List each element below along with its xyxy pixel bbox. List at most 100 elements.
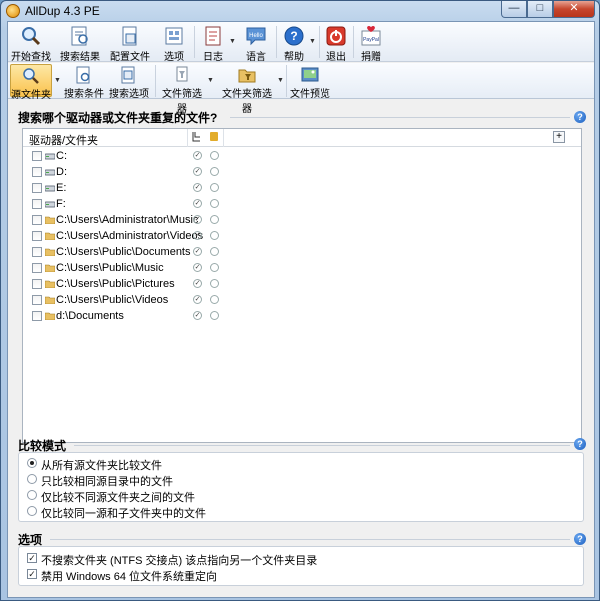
start-search-button[interactable]: 开始查找	[10, 23, 52, 63]
folder-path: E:	[56, 182, 67, 194]
lock-folder-radio[interactable]	[210, 183, 219, 192]
options-button[interactable]: 选项	[158, 23, 190, 63]
include-subfolders-icon[interactable]: ✓	[193, 215, 202, 224]
tab-folder-filter[interactable]: 文件夹筛选器	[218, 64, 276, 115]
lock-folder-radio[interactable]	[210, 231, 219, 240]
folder-list-item[interactable]: C:\Users\Administrator\Music ✓	[23, 212, 223, 228]
folder-path: C:\Users\Public\Videos	[56, 294, 169, 306]
folder-list-item[interactable]: C:\Users\Public\Videos ✓	[23, 292, 223, 308]
folder-include-checkbox[interactable]	[32, 279, 42, 289]
folder-include-checkbox[interactable]	[32, 215, 42, 225]
compare-option-radio[interactable]	[27, 458, 37, 468]
lock-folder-radio[interactable]	[210, 279, 219, 288]
filter-icon	[176, 66, 188, 82]
folder-include-checkbox[interactable]	[32, 247, 42, 257]
compare-option-radio[interactable]	[27, 506, 37, 516]
search-results-button[interactable]: 搜索结果	[58, 23, 102, 63]
folder-icon	[45, 248, 55, 256]
language-icon: Hello	[246, 27, 266, 46]
help-button[interactable]: ? 帮助	[280, 23, 308, 63]
exit-button[interactable]: 退出	[322, 23, 350, 63]
close-button[interactable]: ✕	[553, 1, 595, 18]
include-subfolders-icon[interactable]: ✓	[193, 247, 202, 256]
lock-folder-radio[interactable]	[210, 295, 219, 304]
include-subfolders-icon[interactable]: ✓	[193, 295, 202, 304]
option-checkbox[interactable]: ✓	[27, 569, 37, 579]
option-checkbox[interactable]: ✓	[27, 553, 37, 563]
folder-include-checkbox[interactable]	[32, 199, 42, 209]
folders-help-icon[interactable]: ?	[574, 111, 586, 123]
tab-file-preview[interactable]: 文件预览	[290, 64, 330, 100]
add-folder-button[interactable]: +	[553, 131, 565, 143]
subfolders-column-icon[interactable]	[192, 131, 202, 143]
title-bar[interactable]: AllDup 4.3 PE — □ ✕	[1, 1, 599, 21]
folder-icon	[45, 312, 55, 320]
magnifier-icon	[22, 27, 41, 46]
donate-button[interactable]: PayPal 捐赠	[357, 23, 385, 63]
lock-folder-radio[interactable]	[210, 199, 219, 208]
language-button[interactable]: Hello 语言	[240, 23, 272, 63]
folder-filter-icon	[238, 69, 256, 83]
folder-list-item[interactable]: C:\Users\Public\Pictures ✓	[23, 276, 223, 292]
folder-include-checkbox[interactable]	[32, 263, 42, 273]
lock-column-icon[interactable]	[210, 132, 218, 141]
lock-folder-radio[interactable]	[210, 151, 219, 160]
preview-icon	[301, 67, 319, 82]
toolbar-separator	[194, 26, 195, 58]
options-help-icon[interactable]: ?	[574, 533, 586, 545]
include-subfolders-icon[interactable]: ✓	[193, 183, 202, 192]
tab-search-options[interactable]: 搜索选项	[108, 64, 150, 100]
compare-option-radio[interactable]	[27, 474, 37, 484]
source-folder-list[interactable]: 驱动器/文件夹 + C: ✓ D: ✓ E: ✓ F: ✓ C:\Users\Administr…	[22, 128, 582, 443]
lock-folder-radio[interactable]	[210, 247, 219, 256]
folder-include-checkbox[interactable]	[32, 295, 42, 305]
folder-path: C:\Users\Administrator\Videos	[56, 230, 204, 242]
folder-list-item[interactable]: C:\Users\Public\Documents ✓	[23, 244, 223, 260]
folder-filter-dropdown-arrow-icon[interactable]: ▼	[277, 77, 284, 84]
profiles-button[interactable]: 配置文件	[108, 23, 152, 63]
folder-path: D:	[56, 166, 67, 178]
folder-include-checkbox[interactable]	[32, 311, 42, 321]
lock-folder-radio[interactable]	[210, 167, 219, 176]
compare-help-icon[interactable]: ?	[574, 438, 586, 450]
log-button[interactable]: 日志	[198, 23, 228, 63]
folder-include-checkbox[interactable]	[32, 183, 42, 193]
folder-list-item[interactable]: d:\Documents ✓	[23, 308, 223, 324]
column-header-drive-folder[interactable]: 驱动器/文件夹	[29, 132, 98, 148]
section-tabs: 源文件夹 ▼ 搜索条件 搜索选项 文件筛选器 ▼ 文件夹筛选器 ▼ 文件预览	[8, 63, 594, 115]
lock-folder-radio[interactable]	[210, 311, 219, 320]
folders-section-title: 搜索哪个驱动器或文件夹重复的文件?	[18, 111, 218, 125]
folder-include-checkbox[interactable]	[32, 231, 42, 241]
include-subfolders-icon[interactable]: ✓	[193, 199, 202, 208]
folder-list-item[interactable]: C:\Users\Administrator\Videos ✓	[23, 228, 223, 244]
lock-folder-radio[interactable]	[210, 263, 219, 272]
include-subfolders-icon[interactable]: ✓	[193, 151, 202, 160]
maximize-button[interactable]: □	[527, 1, 553, 18]
folder-list-item[interactable]: F: ✓	[23, 196, 223, 212]
folder-list-item[interactable]: D: ✓	[23, 164, 223, 180]
lock-folder-radio[interactable]	[210, 215, 219, 224]
tab-file-filter[interactable]: 文件筛选器	[158, 64, 206, 115]
include-subfolders-icon[interactable]: ✓	[193, 311, 202, 320]
include-subfolders-icon[interactable]: ✓	[193, 279, 202, 288]
log-dropdown-arrow-icon[interactable]: ▼	[229, 38, 236, 45]
folder-include-checkbox[interactable]	[32, 167, 42, 177]
folder-list-item[interactable]: E: ✓	[23, 180, 223, 196]
include-subfolders-icon[interactable]: ✓	[193, 167, 202, 176]
folder-include-checkbox[interactable]	[32, 151, 42, 161]
folder-icon	[45, 232, 55, 240]
tab-source-folders[interactable]: 源文件夹	[10, 64, 52, 101]
donate-icon: PayPal	[361, 25, 381, 46]
svg-text:PayPal: PayPal	[363, 37, 379, 43]
include-subfolders-icon[interactable]: ✓	[193, 263, 202, 272]
folder-list-item[interactable]: C: ✓	[23, 148, 223, 164]
file-filter-dropdown-arrow-icon[interactable]: ▼	[207, 77, 214, 84]
compare-option-radio[interactable]	[27, 490, 37, 500]
include-subfolders-icon[interactable]: ✓	[193, 231, 202, 240]
folder-list-item[interactable]: C:\Users\Public\Music ✓	[23, 260, 223, 276]
help-dropdown-arrow-icon[interactable]: ▼	[309, 38, 316, 45]
tab-search-criteria[interactable]: 搜索条件	[64, 64, 104, 100]
source-folders-dropdown-arrow-icon[interactable]: ▼	[54, 77, 61, 84]
drive-icon	[45, 169, 55, 176]
minimize-button[interactable]: —	[501, 1, 527, 18]
